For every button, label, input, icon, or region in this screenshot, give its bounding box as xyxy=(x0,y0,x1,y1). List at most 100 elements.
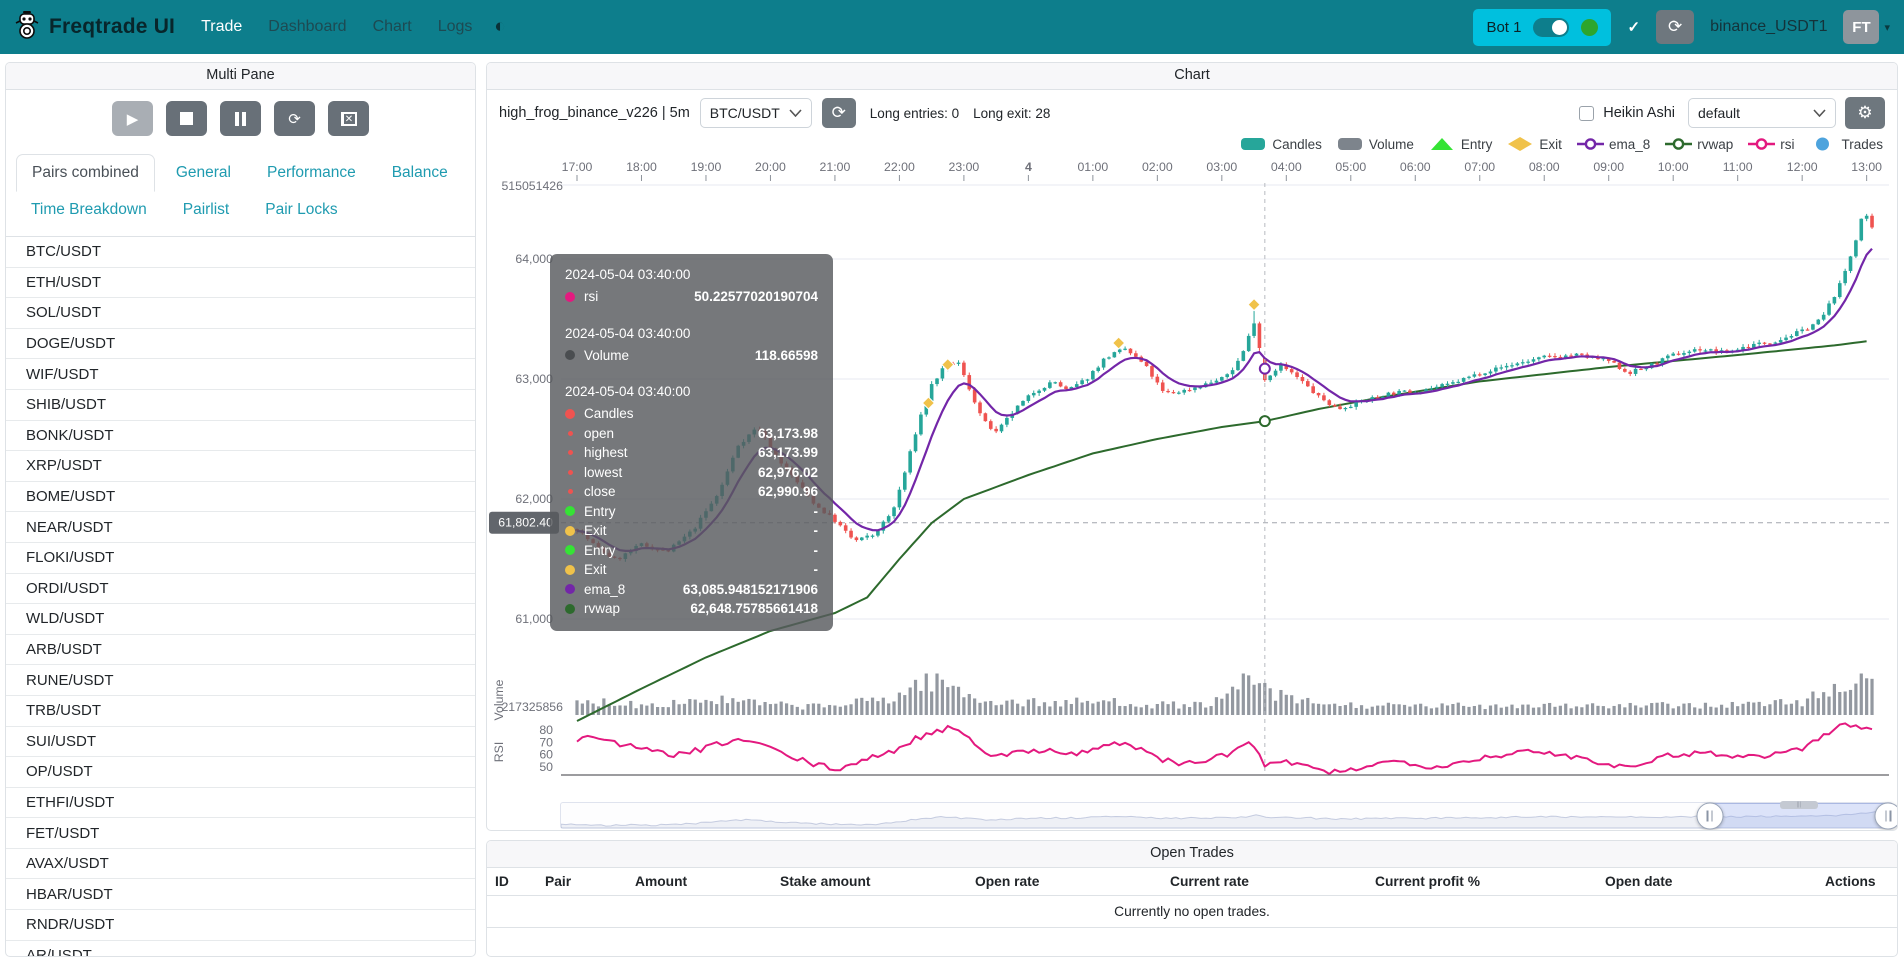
pause-button[interactable] xyxy=(220,101,261,136)
list-item[interactable]: OP/USDT xyxy=(6,757,475,788)
tab-pair-locks[interactable]: Pair Locks xyxy=(250,192,352,228)
volume-bar xyxy=(1870,679,1873,715)
tooltip-row: rvwap62,648.75785661418 xyxy=(565,599,818,619)
list-item[interactable]: SOL/USDT xyxy=(6,298,475,329)
tab-general[interactable]: General xyxy=(161,155,246,191)
plot-settings-button[interactable]: ⚙ xyxy=(1845,97,1885,129)
tooltip-series-value: 63,085.948152171906 xyxy=(683,580,818,600)
heikin-ashi-checkbox[interactable] xyxy=(1579,106,1594,121)
datazoom-slider[interactable] xyxy=(560,802,1893,829)
volume-bar xyxy=(1543,704,1546,715)
list-item[interactable]: RNDR/USDT xyxy=(6,910,475,941)
candle-body xyxy=(1182,390,1186,393)
legend-item-rsi[interactable]: rsi xyxy=(1748,136,1794,152)
plot-config-value: default xyxy=(1698,105,1740,121)
volume-bar xyxy=(1844,692,1847,715)
list-item[interactable]: ARB/USDT xyxy=(6,635,475,666)
theme-toggle-icon[interactable]: ◐ xyxy=(494,16,505,38)
list-item[interactable]: AR/USDT xyxy=(6,941,475,956)
tooltip-timestamp: 2024-05-04 03:40:00 xyxy=(565,265,818,285)
volume-bar xyxy=(720,696,723,715)
candle-body xyxy=(1397,391,1401,395)
legend-item-volume[interactable]: Volume xyxy=(1337,136,1414,152)
pair-select[interactable]: BTC/USDT xyxy=(700,98,812,128)
volume-bar xyxy=(817,704,820,715)
datazoom-selected-window[interactable] xyxy=(1710,803,1888,828)
user-menu[interactable]: FT ▾ xyxy=(1843,10,1890,44)
brand[interactable]: Freqtrade UI xyxy=(14,10,175,45)
list-item[interactable]: FET/USDT xyxy=(6,818,475,849)
legend-item-entry[interactable]: Entry xyxy=(1429,136,1493,152)
datazoom-right-handle[interactable] xyxy=(1875,802,1899,829)
legend-item-ema_8[interactable]: ema_8 xyxy=(1577,136,1650,152)
play-button[interactable]: ▶ xyxy=(112,101,153,136)
datazoom-left-handle[interactable] xyxy=(1696,802,1723,829)
list-item[interactable]: SHIB/USDT xyxy=(6,390,475,421)
bot-selector[interactable]: Bot 1 xyxy=(1473,9,1611,46)
list-item[interactable]: BOME/USDT xyxy=(6,482,475,513)
nav-link-trade[interactable]: Trade xyxy=(201,18,242,36)
volume-bar xyxy=(1005,701,1008,715)
nav-link-dashboard[interactable]: Dashboard xyxy=(268,18,346,36)
chart-refresh-button[interactable]: ⟳ xyxy=(822,98,856,128)
list-item[interactable]: BTC/USDT xyxy=(6,237,475,268)
legend-item-candles[interactable]: Candles xyxy=(1240,136,1322,152)
plot-config-select[interactable]: default xyxy=(1688,98,1836,128)
list-item[interactable]: BONK/USDT xyxy=(6,421,475,452)
tab-pairlist[interactable]: Pairlist xyxy=(168,192,245,228)
list-item[interactable]: ORDI/USDT xyxy=(6,574,475,605)
volume-bar xyxy=(1129,704,1132,715)
list-item[interactable]: SUI/USDT xyxy=(6,727,475,758)
reload-config-button[interactable]: ⟳ xyxy=(274,101,315,136)
forced-exit-button[interactable]: ✕ xyxy=(328,101,369,136)
list-item[interactable]: AVAX/USDT xyxy=(6,849,475,880)
global-reload-button[interactable]: ⟳ xyxy=(1656,10,1694,44)
list-item[interactable]: TRB/USDT xyxy=(6,696,475,727)
candle-body xyxy=(1209,383,1213,384)
volume-bar xyxy=(1070,704,1073,715)
entry-legend-icon xyxy=(1429,136,1456,152)
list-item[interactable]: FLOKI/USDT xyxy=(6,543,475,574)
candle-body xyxy=(1795,331,1799,336)
volume-bar xyxy=(1462,706,1465,715)
chevron-down-icon xyxy=(1813,109,1826,117)
volume-bar xyxy=(629,701,632,715)
tab-time-breakdown[interactable]: Time Breakdown xyxy=(16,192,162,228)
list-item[interactable]: WLD/USDT xyxy=(6,604,475,635)
rsi-axis-tick: 50 xyxy=(539,760,553,774)
tab-balance[interactable]: Balance xyxy=(377,155,463,191)
volume-bar xyxy=(677,704,680,715)
avatar[interactable]: FT xyxy=(1843,10,1879,44)
legend-item-rvwap[interactable]: rvwap xyxy=(1665,136,1733,152)
tab-pairs-combined[interactable]: Pairs combined xyxy=(16,154,155,192)
volume-bar xyxy=(1376,706,1379,715)
volume-bar xyxy=(1731,702,1734,715)
list-item[interactable]: ETHFI/USDT xyxy=(6,788,475,819)
volume-bar xyxy=(575,700,578,715)
volume-bar xyxy=(1220,699,1223,715)
legend-item-trades[interactable]: Trades xyxy=(1809,136,1883,152)
nav-link-chart[interactable]: Chart xyxy=(373,18,412,36)
tab-performance[interactable]: Performance xyxy=(252,155,371,191)
candle-body xyxy=(1483,373,1487,375)
tooltip-series-label: Exit xyxy=(584,521,814,541)
candle-body xyxy=(1747,347,1751,348)
legend-item-exit[interactable]: Exit xyxy=(1507,136,1562,152)
list-item[interactable]: ETH/USDT xyxy=(6,268,475,299)
list-item[interactable]: DOGE/USDT xyxy=(6,329,475,360)
list-item[interactable]: NEAR/USDT xyxy=(6,512,475,543)
volume-bar xyxy=(1586,704,1589,715)
bot-toggle[interactable] xyxy=(1533,18,1569,37)
candle-body xyxy=(1349,407,1353,408)
list-item[interactable]: WIF/USDT xyxy=(6,359,475,390)
list-item[interactable]: RUNE/USDT xyxy=(6,665,475,696)
volume-bar xyxy=(1704,703,1707,715)
datazoom-drag-tab[interactable] xyxy=(1780,801,1818,809)
list-item[interactable]: HBAR/USDT xyxy=(6,879,475,910)
list-item[interactable]: XRP/USDT xyxy=(6,451,475,482)
nav-link-logs[interactable]: Logs xyxy=(438,18,473,36)
volume-bar xyxy=(1693,707,1696,715)
stop-button[interactable] xyxy=(166,101,207,136)
tooltip-series-value: 62,976.02 xyxy=(758,463,818,483)
tooltip-series-value: 118.66598 xyxy=(755,346,818,366)
